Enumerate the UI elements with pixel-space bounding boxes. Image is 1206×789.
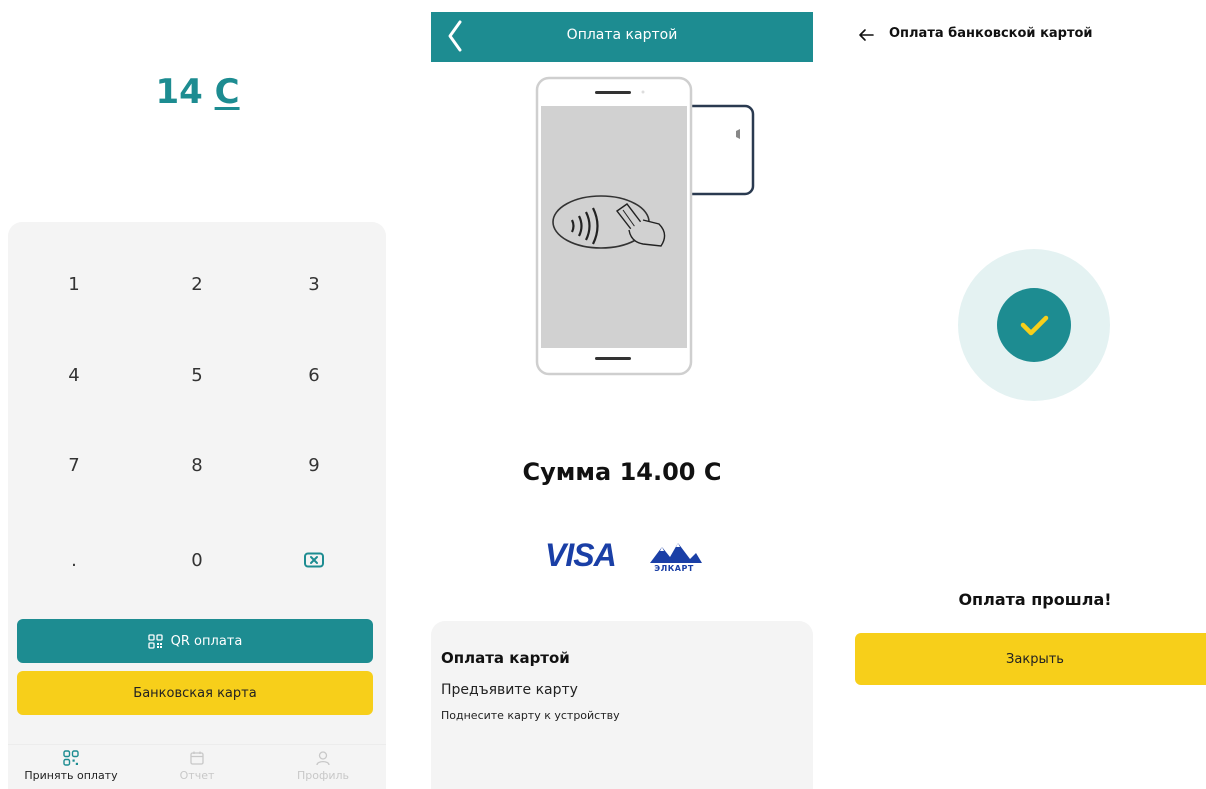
card-payment-screen: Оплата картой Сумма 14.00 С VISA ЭЛКАРТ … <box>431 0 813 789</box>
key-3[interactable]: 3 <box>269 259 359 309</box>
key-0[interactable]: 0 <box>152 535 242 585</box>
key-6[interactable]: 6 <box>269 350 359 400</box>
keypad: 1 2 3 4 5 6 7 8 9 . 0 QR оплата Банковск… <box>8 222 386 789</box>
info-hint: Поднесите карту к устройству <box>441 709 620 722</box>
key-7[interactable]: 7 <box>29 440 119 490</box>
tab-profile[interactable]: Профиль <box>260 750 386 782</box>
bottom-tab-bar: Принять оплату Отчет Профиль <box>8 744 386 789</box>
contactless-phone-illustration <box>535 76 755 376</box>
bank-card-button[interactable]: Банковская карта <box>17 671 373 715</box>
close-button[interactable]: Закрыть <box>855 633 1206 685</box>
tab-accept-payment[interactable]: Принять оплату <box>8 750 134 782</box>
tab-report[interactable]: Отчет <box>134 750 260 782</box>
currency-symbol: С <box>214 72 240 112</box>
qr-payment-button[interactable]: QR оплата <box>17 619 373 663</box>
amount-display: 14 С <box>0 72 395 112</box>
tab-label: Принять оплату <box>24 769 118 782</box>
info-title: Оплата картой <box>441 649 570 667</box>
info-subtitle: Предъявите карту <box>441 682 578 698</box>
header-bar: Оплата картой <box>431 12 813 62</box>
key-8[interactable]: 8 <box>152 440 242 490</box>
close-label: Закрыть <box>1006 651 1064 667</box>
visa-logo: VISA <box>545 537 617 573</box>
qr-code-icon <box>148 633 163 649</box>
tab-label: Профиль <box>296 769 350 782</box>
profile-icon <box>316 751 330 766</box>
amount-entry-screen: 14 С 1 2 3 4 5 6 7 8 9 . 0 QR оплата Бан… <box>0 0 395 789</box>
backspace-icon <box>304 552 324 568</box>
bank-card-label: Банковская карта <box>133 685 257 701</box>
key-5[interactable]: 5 <box>152 350 242 400</box>
backspace-key[interactable] <box>269 535 359 585</box>
key-9[interactable]: 9 <box>269 440 359 490</box>
amount-value: 14 <box>155 72 203 112</box>
page-title: Оплата картой <box>566 27 678 43</box>
check-icon <box>1020 315 1049 336</box>
key-4[interactable]: 4 <box>29 350 119 400</box>
qr-code-icon <box>63 750 79 766</box>
elcart-label: ЭЛКАРТ <box>654 564 694 573</box>
tab-label: Отчет <box>179 769 215 782</box>
key-dot[interactable]: . <box>29 535 119 585</box>
success-badge <box>997 288 1071 362</box>
success-message: Оплата прошла! <box>958 590 1112 609</box>
key-2[interactable]: 2 <box>152 259 242 309</box>
page-title: Оплата банковской картой <box>889 26 1093 41</box>
qr-payment-label: QR оплата <box>170 633 243 649</box>
payment-success-screen: Оплата банковской картой Оплата прошла! … <box>846 0 1206 789</box>
payment-info-card: Оплата картой Предъявите карту Поднесите… <box>431 621 813 789</box>
arrow-left-icon[interactable] <box>856 25 876 45</box>
calendar-icon <box>190 751 204 765</box>
key-1[interactable]: 1 <box>29 259 119 309</box>
payment-sum: Сумма 14.00 С <box>522 458 722 486</box>
